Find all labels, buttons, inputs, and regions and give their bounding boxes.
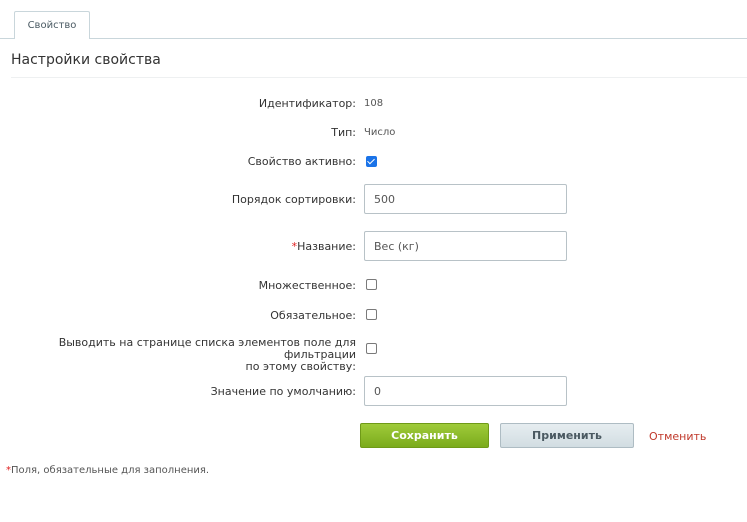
filter-label: Выводить на странице списка элементов по… (0, 337, 356, 373)
apply-button[interactable]: Применить (500, 423, 634, 448)
tab-property-label: Свойство (27, 20, 77, 31)
type-value: Число (364, 127, 396, 138)
cancel-link[interactable]: Отменить (649, 430, 706, 443)
name-label: Название: (297, 240, 356, 253)
sort-label: Порядок сортировки: (231, 193, 356, 206)
multiple-checkbox[interactable] (366, 279, 377, 290)
sort-input[interactable] (364, 184, 567, 214)
save-button[interactable]: Сохранить (360, 423, 489, 448)
id-label: Идентификатор: (258, 97, 356, 110)
active-label: Свойство активно: (247, 155, 356, 168)
required-checkbox[interactable] (366, 309, 377, 320)
default-input[interactable] (364, 376, 567, 406)
id-value: 108 (364, 98, 384, 109)
filter-label-line2: по этому свойству: (245, 360, 356, 373)
active-checkbox[interactable] (366, 156, 377, 167)
filter-label-line1: Выводить на странице списка элементов по… (58, 336, 356, 361)
default-label: Значение по умолчанию: (210, 385, 356, 398)
tab-bar: Свойство (0, 0, 747, 40)
required-footnote: *Поля, обязательные для заполнения. (6, 465, 209, 476)
section-divider (11, 77, 747, 78)
footnote-text: Поля, обязательные для заполнения. (11, 465, 210, 476)
tab-property[interactable]: Свойство (14, 11, 90, 40)
name-label-wrap: *Название: (292, 240, 356, 253)
multiple-label: Множественное: (258, 279, 356, 292)
section-title: Настройки свойства (11, 52, 161, 68)
required-label: Обязательное: (270, 309, 356, 322)
name-input[interactable] (364, 231, 567, 261)
type-label: Тип: (331, 126, 356, 139)
filter-checkbox[interactable] (366, 343, 377, 354)
